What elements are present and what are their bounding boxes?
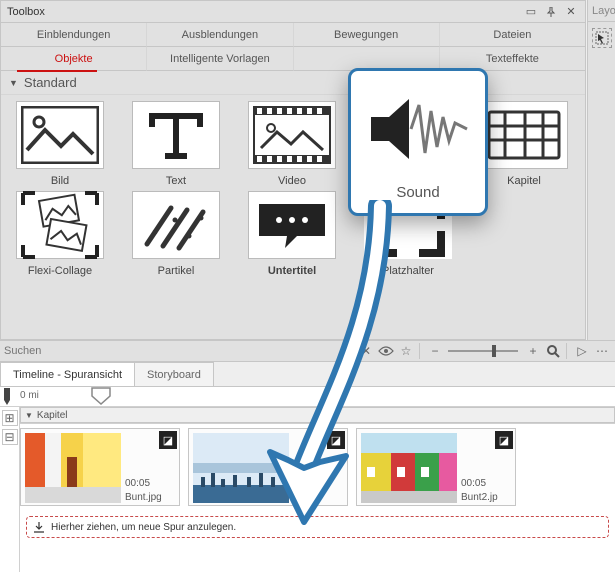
clip-thumbnail bbox=[361, 433, 457, 503]
clip-filename: Bunt.jpg bbox=[125, 492, 162, 503]
item-bild[interactable]: Bild bbox=[5, 101, 115, 187]
zoom-in-icon[interactable]: + bbox=[524, 342, 542, 360]
window-restore-icon[interactable]: ▭ bbox=[523, 4, 539, 20]
item-flexi-collage[interactable]: Flexi-Collage bbox=[5, 191, 115, 277]
subtitle-icon bbox=[248, 191, 336, 259]
tab-einblendungen[interactable]: Einblendungen bbox=[1, 23, 146, 47]
tab-intelligente-vorlagen[interactable]: Intelligente Vorlagen bbox=[146, 47, 292, 71]
panel-title: Toolbox bbox=[7, 6, 519, 18]
chapter-label: Kapitel bbox=[37, 410, 68, 421]
video-icon bbox=[248, 101, 336, 169]
item-label: Text bbox=[166, 175, 186, 187]
dragged-tile-label: Sound bbox=[396, 184, 439, 201]
clip-filename: Bunt2.jp bbox=[461, 492, 498, 503]
tabs-row-bottom: Objekte Intelligente Vorlagen Texteffekt… bbox=[1, 47, 585, 71]
timeline-body: 0 mi ⊞ ⊟ ▼ Kapitel bbox=[0, 386, 615, 572]
collage-icon bbox=[16, 191, 104, 259]
track-controls: ⊞ ⊟ bbox=[0, 407, 20, 572]
window-close-icon[interactable]: ✕ bbox=[563, 4, 579, 20]
clip-badge-icon: ◪ bbox=[159, 431, 177, 449]
delete-track-icon[interactable]: ⊟ bbox=[2, 429, 18, 445]
play-icon[interactable]: ▷ bbox=[573, 342, 591, 360]
item-label: Platzhalter bbox=[382, 265, 434, 277]
clip-filename: h bbox=[293, 492, 299, 503]
zoom-out-icon[interactable]: − bbox=[426, 342, 444, 360]
item-label: Video bbox=[278, 175, 306, 187]
tab-ausblendungen[interactable]: Ausblendungen bbox=[146, 23, 292, 47]
item-video[interactable]: Video bbox=[237, 101, 347, 187]
search-bar: ✕ ☆ − + ▷ ⋯ bbox=[0, 340, 615, 362]
drop-hint-icon bbox=[33, 521, 45, 533]
clip-badge-icon: ◪ bbox=[495, 431, 513, 449]
item-untertitel[interactable]: Untertitel bbox=[237, 191, 347, 277]
active-tab-underline bbox=[17, 70, 97, 72]
star-icon[interactable]: ☆ bbox=[397, 342, 415, 360]
item-label: Bild bbox=[51, 175, 69, 187]
tab-objekte[interactable]: Objekte bbox=[1, 47, 146, 71]
clip-item[interactable]: ◪ h bbox=[188, 428, 348, 506]
chapter-icon bbox=[480, 101, 568, 169]
items-area: Bild Text Video Sound bbox=[1, 95, 585, 341]
clip-duration: 00:05 bbox=[125, 478, 150, 489]
toolbox-panel: Toolbox ▭ ✕ Einblendungen Ausblendungen … bbox=[0, 0, 586, 340]
zoom-fit-icon[interactable] bbox=[544, 342, 562, 360]
tab-timeline-spuransicht[interactable]: Timeline - Spuransicht bbox=[0, 362, 135, 386]
item-label: Flexi-Collage bbox=[28, 265, 92, 277]
clip-thumbnail bbox=[193, 433, 289, 503]
item-partikel[interactable]: Partikel bbox=[121, 191, 231, 277]
zoom-slider[interactable] bbox=[448, 349, 518, 353]
more-icon[interactable]: ⋯ bbox=[593, 342, 611, 360]
timeline-ruler[interactable]: 0 mi bbox=[0, 387, 615, 407]
text-icon bbox=[132, 101, 220, 169]
tab-bewegungen[interactable]: Bewegungen bbox=[293, 23, 439, 47]
timeline-tabs: Timeline - Spuransicht Storyboard bbox=[0, 362, 213, 386]
section-standard-header[interactable]: ▼ Standard bbox=[1, 71, 585, 95]
tab-storyboard[interactable]: Storyboard bbox=[134, 362, 214, 386]
item-label: Partikel bbox=[158, 265, 195, 277]
item-label: Kapitel bbox=[507, 175, 541, 187]
clip-thumbnail bbox=[25, 433, 121, 503]
divider bbox=[419, 343, 420, 359]
collapse-icon: ▼ bbox=[9, 78, 18, 88]
tab-dateien[interactable]: Dateien bbox=[439, 23, 585, 47]
section-title: Standard bbox=[24, 75, 77, 90]
sound-icon bbox=[363, 84, 473, 174]
clip-duration: 00:05 bbox=[461, 478, 486, 489]
panel-titlebar: Toolbox ▭ ✕ bbox=[1, 1, 585, 23]
tabs-row-top: Einblendungen Ausblendungen Bewegungen D… bbox=[1, 23, 585, 47]
window-pin-icon[interactable] bbox=[543, 4, 559, 20]
clip-item[interactable]: ◪ 00:05 Bunt.jpg bbox=[20, 428, 180, 506]
new-track-drop-hint[interactable]: Hierher ziehen, um neue Spur anzulegen. bbox=[26, 516, 609, 538]
chapter-collapse-icon: ▼ bbox=[25, 411, 33, 420]
search-input[interactable] bbox=[4, 345, 355, 357]
timeline-content: ▼ Kapitel ◪ 00:05 Bunt.jpg bbox=[20, 407, 615, 572]
clips-row: ◪ 00:05 Bunt.jpg ◪ h bbox=[20, 428, 615, 506]
clip-item[interactable]: ◪ 00:05 Bunt2.jp bbox=[356, 428, 516, 506]
image-icon bbox=[16, 101, 104, 169]
layout-tool-selection[interactable] bbox=[592, 28, 612, 48]
item-text[interactable]: Text bbox=[121, 101, 231, 187]
divider bbox=[566, 343, 567, 359]
ruler-label: 0 mi bbox=[20, 390, 39, 401]
clip-badge-icon: ◪ bbox=[327, 431, 345, 449]
dragged-sound-tile[interactable]: Sound bbox=[348, 68, 488, 216]
particle-icon bbox=[132, 191, 220, 259]
drop-hint-label: Hierher ziehen, um neue Spur anzulegen. bbox=[51, 522, 236, 533]
item-label: Untertitel bbox=[268, 265, 316, 277]
clear-search-icon[interactable]: ✕ bbox=[357, 342, 375, 360]
add-track-icon[interactable]: ⊞ bbox=[2, 410, 18, 426]
layout-strip: Layou bbox=[587, 0, 615, 340]
chapter-bar[interactable]: ▼ Kapitel bbox=[20, 407, 615, 423]
layout-strip-title: Layou bbox=[588, 0, 615, 22]
eye-icon[interactable] bbox=[377, 342, 395, 360]
